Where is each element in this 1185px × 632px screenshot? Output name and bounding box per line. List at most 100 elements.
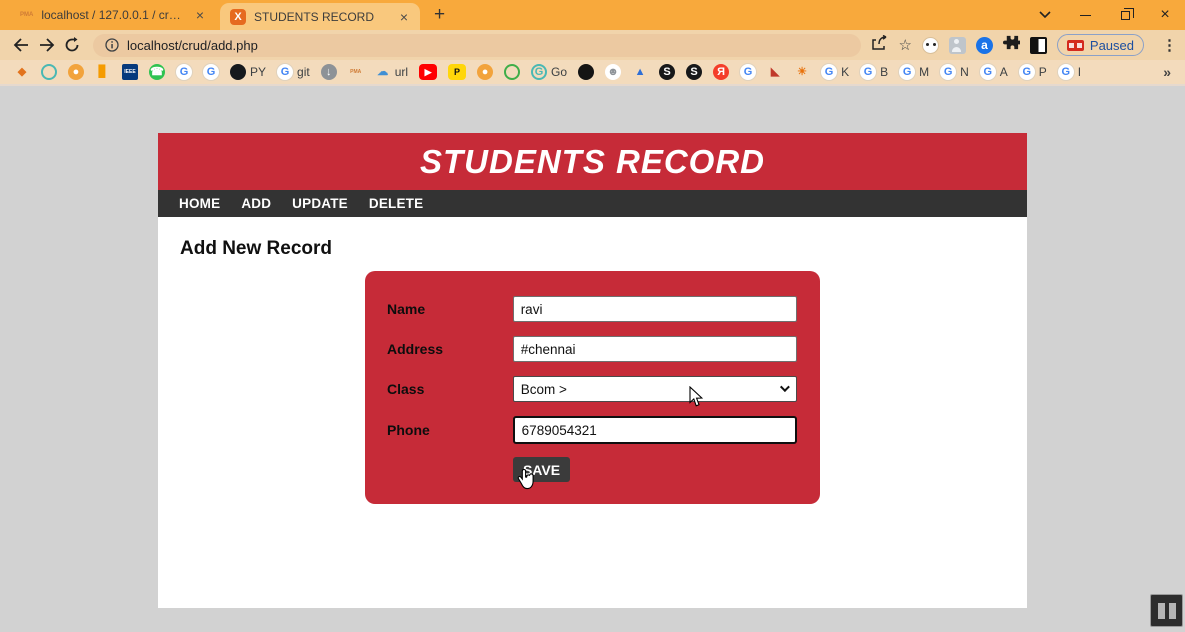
add-record-form: Name Address Class Bcom > Phone SAVE [365,271,820,504]
bookmark-star-button[interactable]: ☆ [898,36,911,54]
phpmyadmin-bookmark[interactable]: PMA [348,64,364,80]
bookmarks-overflow-button[interactable]: » [1163,64,1171,80]
nav-item-home[interactable]: HOME [179,196,220,211]
restore-icon [1121,11,1130,20]
forward-button[interactable] [34,32,60,58]
tab-search-button[interactable] [1025,0,1065,30]
phone-input[interactable] [513,416,797,444]
cloud-url-bookmark[interactable]: ☁url [375,64,408,80]
paused-extension-badge[interactable]: Paused [1057,34,1144,56]
ring-green-bookmark[interactable] [504,64,520,80]
cloud-url-bookmark-label: url [395,65,408,79]
github-py-bookmark-label: PY [250,65,266,79]
whatsapp-bookmark-icon: ☎ [149,64,165,80]
google-n-bookmark[interactable]: GN [940,64,969,80]
s-circle-bookmark-icon: S [659,64,675,80]
download-bookmark-icon: ↓ [321,64,337,80]
ring-teal-bookmark[interactable] [41,64,57,80]
share-button[interactable] [871,35,888,55]
camera-orange-bookmark-2[interactable]: ● [477,64,493,80]
eye-bookmark-icon: ☀ [794,64,810,80]
s-circle-bookmark-2[interactable]: S [686,64,702,80]
puzzle-icon [1003,34,1020,51]
paused-label: Paused [1090,38,1134,53]
p-yellow-bookmark-icon: P [448,64,466,80]
pause-icon [1158,603,1165,619]
bird-bookmark[interactable] [578,64,594,80]
google-i-bookmark-icon: G [1058,64,1074,80]
back-button[interactable] [8,32,34,58]
minimize-button[interactable] [1065,0,1105,30]
person-bookmark[interactable]: ☻ [605,64,621,80]
tab-close-icon[interactable]: × [398,9,410,25]
profile-extension-icon[interactable] [949,37,966,54]
yandex-bookmark[interactable]: Я [713,64,729,80]
person-bookmark-icon: ☻ [605,64,621,80]
xampp-favicon-icon: X [230,9,246,25]
extensions-button[interactable] [1003,34,1020,56]
eye-bookmark[interactable]: ☀ [794,64,810,80]
google-m-bookmark[interactable]: GM [899,64,929,80]
browser-tab-bar: PMA localhost / 127.0.0.1 / crud | php ×… [0,0,1185,30]
recorder-pause-button[interactable] [1150,594,1183,627]
google-k-bookmark-label: K [841,65,849,79]
flame-bookmark[interactable]: ◣ [767,64,783,80]
google-bookmark-2[interactable]: G [203,64,219,80]
google-b-bookmark[interactable]: GB [860,64,888,80]
google-p-bookmark[interactable]: GP [1019,64,1047,80]
github-py-bookmark[interactable]: PY [230,64,266,80]
browser-menu-button[interactable]: ⋮ [1154,36,1185,54]
arrow-bookmark[interactable]: ◆ [14,64,30,80]
new-tab-button[interactable]: + [434,0,445,30]
google-i-bookmark[interactable]: GI [1058,64,1081,80]
name-input[interactable] [513,296,797,322]
class-select-value: Bcom > [521,382,567,397]
chevron-down-icon [1039,11,1051,19]
tab-phpmyadmin[interactable]: PMA localhost / 127.0.0.1 / crud | php × [14,0,212,30]
google-bookmark[interactable]: G [176,64,192,80]
go-bookmark[interactable]: GGo [531,64,567,80]
ieee-bookmark[interactable]: IEEE [122,64,138,80]
address-bar[interactable]: localhost/crud/add.php [93,34,861,57]
save-button[interactable]: SAVE [513,457,570,482]
download-bookmark[interactable]: ↓ [321,64,337,80]
content-container: STUDENTS RECORD HOME ADD UPDATE DELETE A… [158,133,1027,608]
site-nav: HOME ADD UPDATE DELETE [158,190,1027,217]
google-k-bookmark[interactable]: GK [821,64,849,80]
nav-item-update[interactable]: UPDATE [292,196,348,211]
whatsapp-bookmark[interactable]: ☎ [149,64,165,80]
nav-item-delete[interactable]: DELETE [369,196,423,211]
google-m-bookmark-icon: G [899,64,915,80]
address-input[interactable] [513,336,797,362]
mountains-bookmark[interactable]: ▲ [632,64,648,80]
google-git-bookmark[interactable]: Ggit [277,64,310,80]
nav-item-add[interactable]: ADD [241,196,271,211]
download-manager-icon [1067,40,1084,51]
google-b-bookmark-icon: G [860,64,876,80]
panda-extension-icon[interactable] [922,37,939,54]
class-select[interactable]: Bcom > [513,376,797,402]
analytics-bookmark[interactable]: ▊ [95,64,111,80]
google-bookmark-3-icon: G [740,64,756,80]
flame-bookmark-icon: ◣ [767,64,783,80]
reload-button[interactable] [59,32,85,58]
tab-students-record[interactable]: X STUDENTS RECORD × [220,3,420,30]
chevron-down-icon [780,382,790,392]
restore-button[interactable] [1105,0,1145,30]
tab-close-icon[interactable]: × [194,7,206,23]
dark-mode-extension-icon[interactable] [1030,37,1047,54]
google-b-bookmark-label: B [880,65,888,79]
youtube-bookmark[interactable]: ▶ [419,64,437,80]
s-circle-bookmark[interactable]: S [659,64,675,80]
google-a-bookmark[interactable]: GA [980,64,1008,80]
a-extension-icon[interactable]: a [976,37,993,54]
google-bookmark-3[interactable]: G [740,64,756,80]
page-title: STUDENTS RECORD [420,143,765,181]
phpmyadmin-favicon-icon: PMA [20,12,33,18]
share-icon [871,35,888,50]
window-close-button[interactable]: × [1145,0,1185,30]
camera-orange-bookmark[interactable]: ● [68,64,84,80]
p-yellow-bookmark[interactable]: P [448,64,466,80]
tab-title: STUDENTS RECORD [254,10,390,24]
mountains-bookmark-icon: ▲ [632,64,648,80]
